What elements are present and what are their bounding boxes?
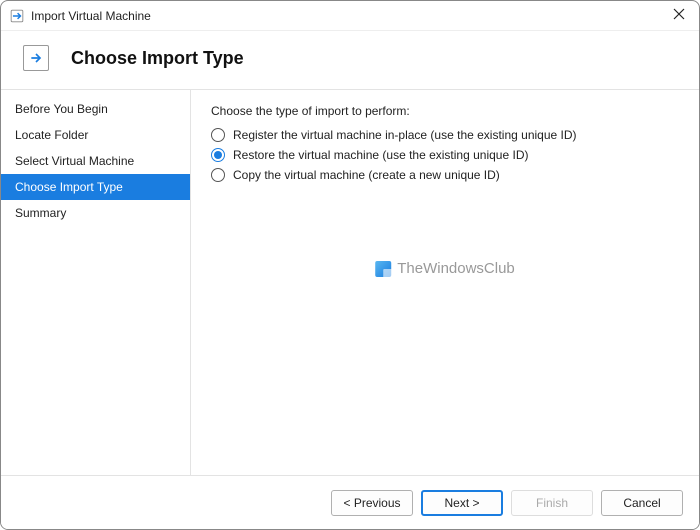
wizard-content: Choose the type of import to perform: Re…: [191, 90, 699, 475]
wizard-window: Import Virtual Machine Choose Import Typ…: [0, 0, 700, 530]
watermark: TheWindowsClub: [375, 260, 515, 277]
sidebar-item-select-vm[interactable]: Select Virtual Machine: [1, 148, 190, 174]
titlebar: Import Virtual Machine: [1, 1, 699, 31]
wizard-footer: < Previous Next > Finish Cancel: [1, 475, 699, 529]
wizard-header: Choose Import Type: [1, 31, 699, 89]
close-button[interactable]: [651, 7, 691, 25]
sidebar-item-before-you-begin[interactable]: Before You Begin: [1, 96, 190, 122]
import-icon: [23, 45, 49, 71]
content-prompt: Choose the type of import to perform:: [211, 104, 679, 118]
sidebar-item-choose-import-type[interactable]: Choose Import Type: [1, 174, 190, 200]
option-restore-vm[interactable]: Restore the virtual machine (use the exi…: [211, 148, 679, 162]
finish-button: Finish: [511, 490, 593, 516]
watermark-icon: [375, 261, 391, 277]
watermark-text: TheWindowsClub: [397, 260, 515, 277]
option-copy-vm[interactable]: Copy the virtual machine (create a new u…: [211, 168, 679, 182]
option-label: Register the virtual machine in-place (u…: [233, 128, 577, 142]
cancel-button[interactable]: Cancel: [601, 490, 683, 516]
page-title: Choose Import Type: [71, 48, 244, 69]
window-title: Import Virtual Machine: [31, 9, 651, 23]
next-button[interactable]: Next >: [421, 490, 503, 516]
radio-icon: [211, 128, 225, 142]
option-label: Restore the virtual machine (use the exi…: [233, 148, 528, 162]
sidebar-item-summary[interactable]: Summary: [1, 200, 190, 226]
option-label: Copy the virtual machine (create a new u…: [233, 168, 500, 182]
sidebar-item-locate-folder[interactable]: Locate Folder: [1, 122, 190, 148]
radio-icon: [211, 148, 225, 162]
wizard-sidebar: Before You Begin Locate Folder Select Vi…: [1, 90, 191, 475]
radio-icon: [211, 168, 225, 182]
app-icon: [9, 8, 25, 24]
previous-button[interactable]: < Previous: [331, 490, 413, 516]
option-register-in-place[interactable]: Register the virtual machine in-place (u…: [211, 128, 679, 142]
wizard-body: Before You Begin Locate Folder Select Vi…: [1, 89, 699, 475]
